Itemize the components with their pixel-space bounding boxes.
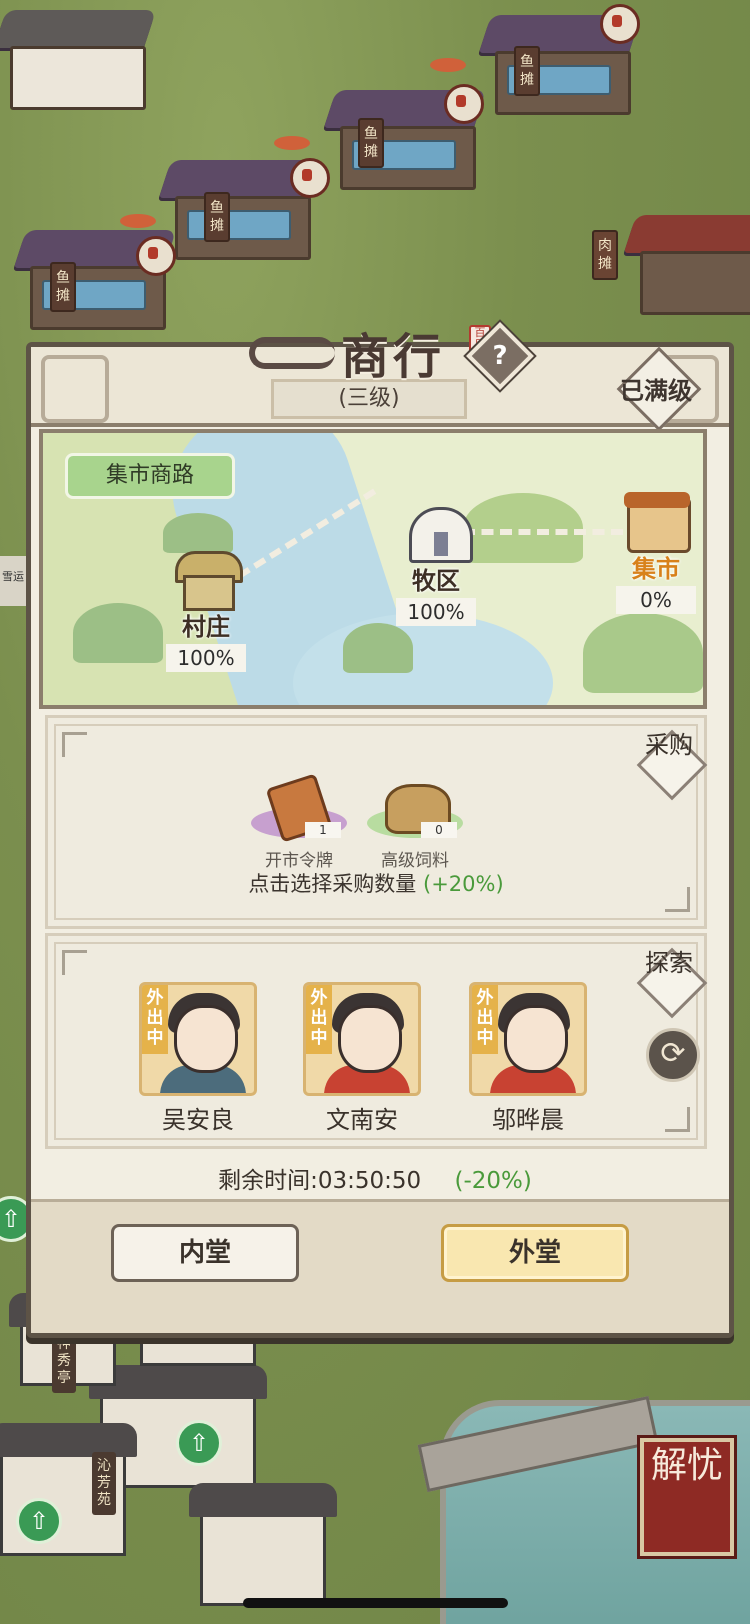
question-icon: ?: [492, 341, 508, 371]
procure-tag[interactable]: 采购: [636, 728, 708, 808]
route-label: 集市商路: [65, 453, 235, 499]
out-status-badge: 外出中: [142, 985, 168, 1054]
yurt-icon: [405, 505, 473, 563]
building-sign: 神秀亭: [52, 1330, 76, 1393]
node-progress: 100%: [166, 644, 246, 672]
bottom-tab-bar: 内堂 外堂: [31, 1199, 729, 1333]
stall-sign: 鱼摊: [514, 46, 540, 96]
wine-lantern-icon: [136, 236, 176, 276]
stall-sign: 鱼摊: [204, 192, 230, 242]
node-progress: 100%: [396, 598, 476, 626]
procurement-section: 采购 1 开市令牌 0 高级饲料 点击选择采购数量 (+20%): [45, 715, 708, 929]
scroll-ornament: [41, 355, 109, 423]
item-count: 1: [305, 822, 341, 838]
procure-tag-text: 采购: [645, 731, 693, 759]
node-market[interactable]: 集市 0%: [609, 492, 703, 614]
node-village[interactable]: 村庄 100%: [151, 551, 261, 672]
hero-name: 文南安: [326, 1106, 398, 1134]
tab-outer-hall[interactable]: 外堂: [441, 1224, 629, 1282]
trading-house-panel: (三级) 已满级 商行 百凰 集市商路 村庄 100% 牧区 100%: [26, 325, 734, 1338]
hero-portrait: 外出中: [303, 982, 421, 1096]
timer-reduction: (-20%): [454, 1168, 532, 1194]
building-sign: 沁芳苑: [92, 1452, 116, 1515]
hero-card[interactable]: 外出中 邬晔晨: [458, 982, 598, 1135]
upgrade-arrow-icon[interactable]: ⇧: [176, 1420, 222, 1466]
max-level-badge: 已满级: [601, 346, 711, 432]
procure-hint[interactable]: 点击选择采购数量 (+20%): [48, 868, 704, 898]
out-status-badge: 外出中: [306, 985, 332, 1054]
hero-card[interactable]: 外出中 吴安良: [128, 982, 268, 1135]
home-indicator: [243, 1598, 508, 1608]
hero-name: 吴安良: [162, 1106, 234, 1134]
hero-portrait: 外出中: [139, 982, 257, 1096]
meat-stall[interactable]: [623, 215, 750, 315]
hero-card[interactable]: 外出中 文南安: [292, 982, 432, 1135]
explore-tag-text: 探索: [645, 949, 693, 977]
tab-inner-hall[interactable]: 内堂: [111, 1224, 299, 1282]
node-progress: 0%: [616, 586, 696, 614]
explore-section: 探索 外出中 吴安良 外出中 文南安 外出中 邬晔晨 ⟳: [45, 933, 708, 1149]
wine-lantern-icon: [600, 4, 640, 44]
title-text: 商行: [341, 329, 446, 385]
cloud-curl-ornament: [249, 337, 335, 369]
wine-lantern-icon: [290, 158, 330, 198]
hero-portrait: 外出中: [469, 982, 587, 1096]
explore-tag[interactable]: 探索: [636, 946, 708, 1026]
wine-lantern-icon: [444, 84, 484, 124]
node-name: 集市: [632, 555, 680, 583]
procure-hint-text: 点击选择采购数量: [248, 872, 417, 896]
out-status-badge: 外出中: [472, 985, 498, 1054]
trade-route-map: 集市商路 村庄 100% 牧区 100% 集市 0%: [39, 429, 707, 709]
node-name: 牧区: [412, 567, 460, 595]
node-name: 村庄: [182, 613, 230, 641]
fish-decoration: [120, 214, 156, 228]
item-premium-feed[interactable]: 0 高级饲料: [360, 778, 470, 871]
stall-sign: 鱼摊: [50, 262, 76, 312]
market-stall-icon: [624, 492, 691, 553]
upgrade-arrow-icon[interactable]: ⇧: [16, 1498, 62, 1544]
item-count: 0: [421, 822, 457, 838]
house[interactable]: [189, 1483, 337, 1606]
max-level-text: 已满级: [620, 377, 692, 405]
refresh-icon[interactable]: ⟳: [646, 1028, 700, 1082]
timer-text: 剩余时间:03:50:50: [218, 1168, 422, 1194]
fish-decoration: [274, 136, 310, 150]
village-hut-icon: [175, 551, 243, 611]
house: [0, 10, 157, 110]
stall-sign: 鱼摊: [358, 118, 384, 168]
hero-name: 邬晔晨: [492, 1106, 564, 1134]
side-label: 雪运: [0, 556, 26, 606]
fish-decoration: [430, 58, 466, 72]
jieyou-badge[interactable]: 解忧: [640, 1438, 734, 1556]
item-market-token[interactable]: 1 开市令牌: [244, 773, 354, 871]
stall-sign: 肉摊: [592, 230, 618, 280]
procure-bonus: (+20%): [423, 872, 504, 896]
node-pasture[interactable]: 牧区 100%: [381, 505, 491, 626]
remaining-time: 剩余时间:03:50:50 (-20%): [31, 1161, 719, 1195]
